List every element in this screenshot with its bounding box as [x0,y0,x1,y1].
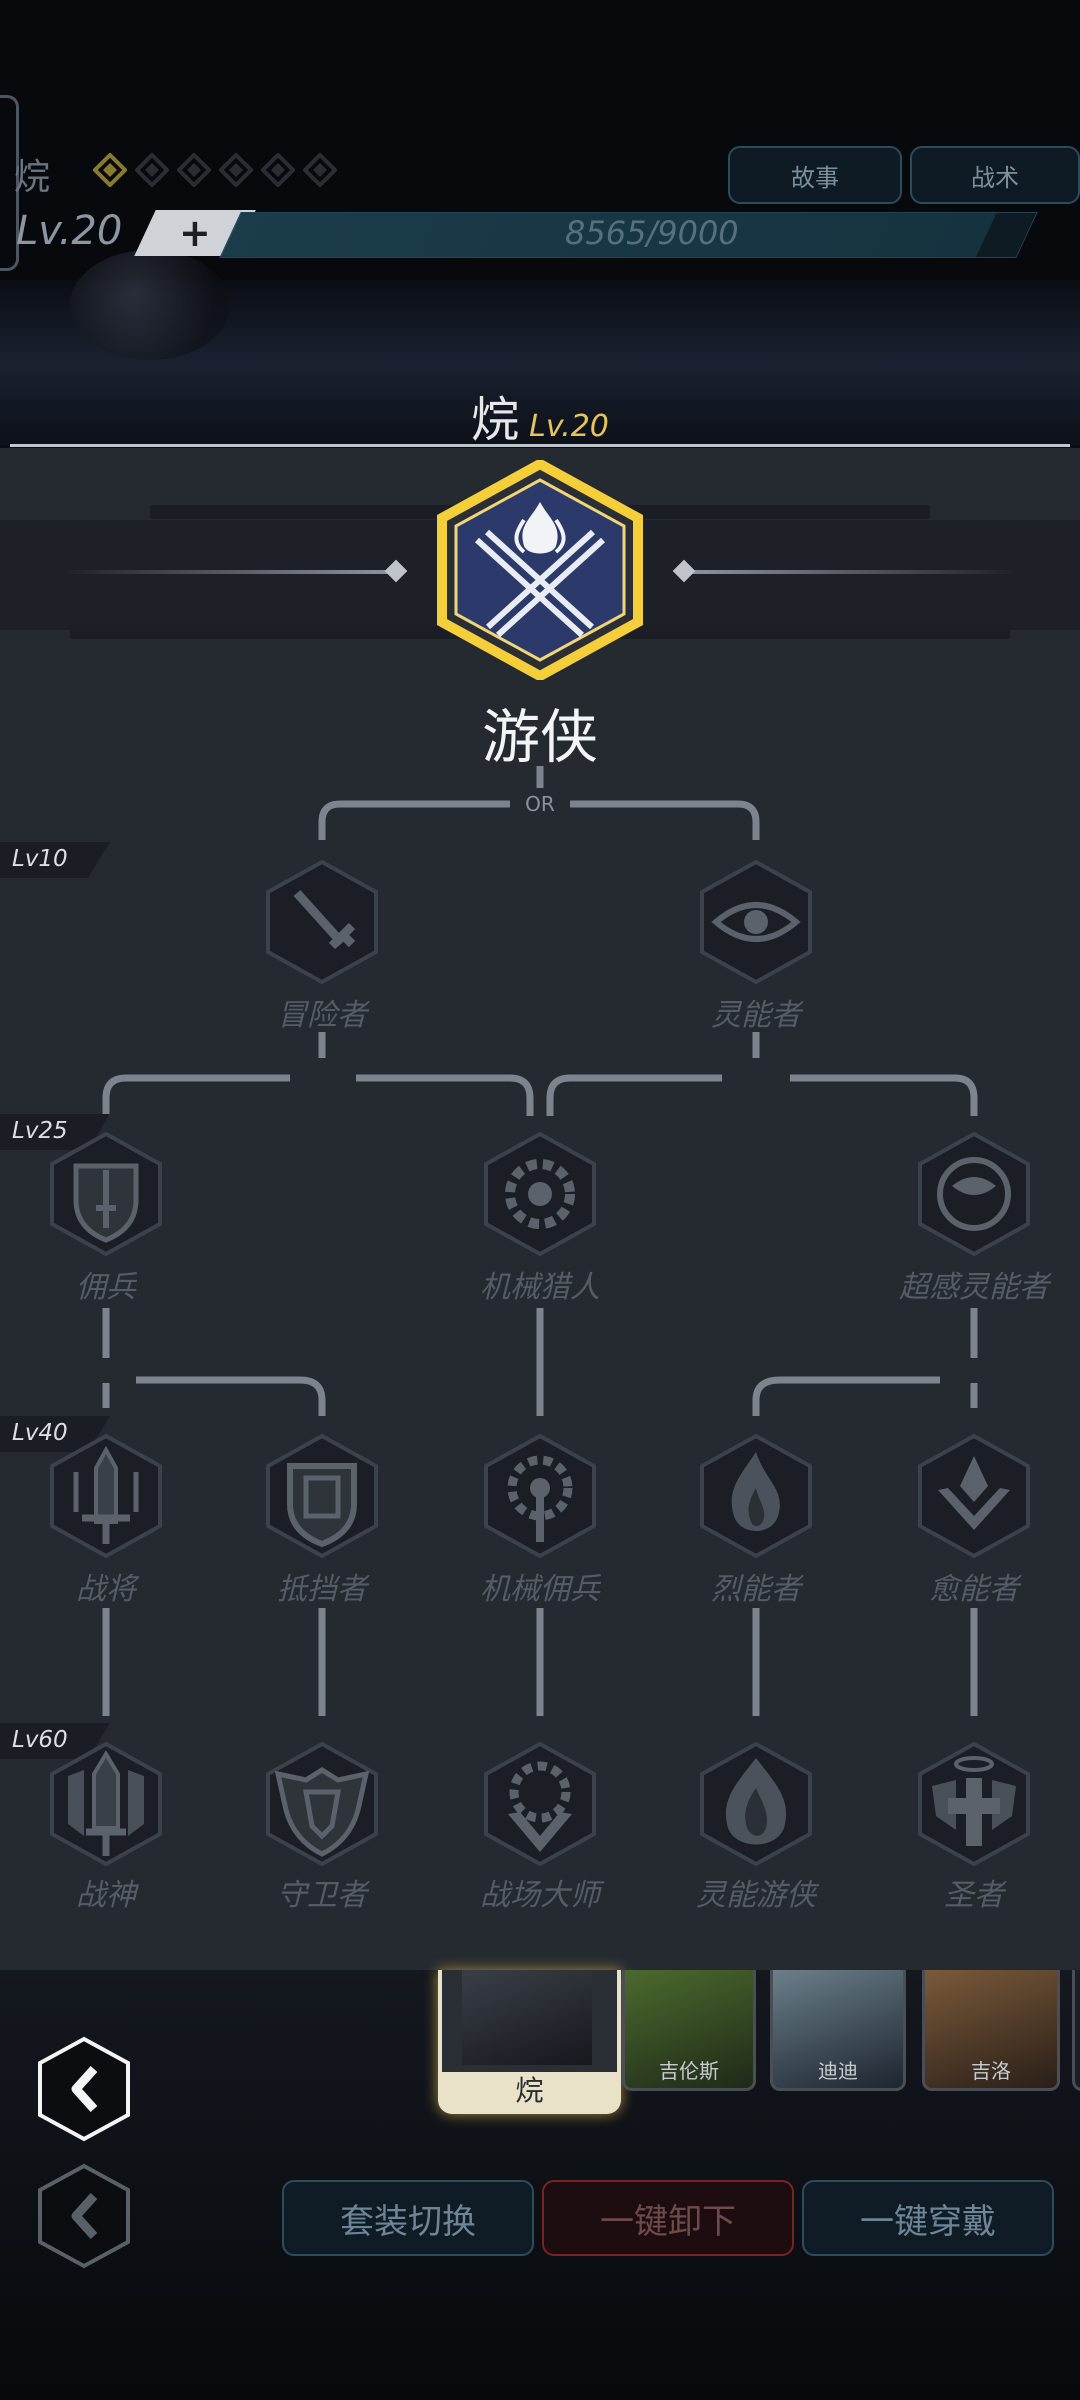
hero-card-label: 吉洛 [971,2059,1011,2083]
class-name-warlord: 战将 [76,1572,136,1607]
class-name-healer: 愈能者 [929,1572,1019,1607]
lotus-icon[interactable] [914,1432,1034,1560]
story-button[interactable]: 故事 [728,146,902,204]
class-name-saint: 圣者 [944,1878,1004,1913]
planet-decoration [70,250,230,360]
class-name-blocker: 抵挡者 [277,1572,367,1607]
class-header-level: Lv.20 [529,409,609,444]
class-name-war-god: 战神 [76,1878,136,1913]
star-empty-icon [134,152,170,188]
hero-card-label: 迪迪 [818,2059,858,2083]
hero-card[interactable]: 吉伦斯 [622,1970,756,2091]
exp-text: 8565/9000 [565,214,739,252]
hero-card-label: 烷 [442,2072,617,2110]
gear-icon[interactable] [480,1130,600,1258]
hero-portrait [462,1970,592,2065]
level-tag-label: Lv10 [12,846,68,872]
gear-crest-icon[interactable] [480,1740,600,1868]
shield-icon[interactable] [262,1432,382,1560]
shield-sword-icon[interactable] [46,1130,166,1258]
class-name-guardian: 守卫者 [277,1878,367,1913]
hero-card[interactable]: 迪迪 [770,1970,906,2091]
class-name-psi-ranger: 灵能游侠 [696,1878,816,1913]
flame-icon[interactable] [696,1432,816,1560]
prev-button[interactable] [36,2162,132,2270]
star-rating [92,152,338,188]
class-name-mercenary: 佣兵 [76,1270,136,1305]
class-header-name: 烷 [471,392,520,448]
back-button[interactable] [36,2035,132,2143]
star-empty-icon [176,152,212,188]
class-name-hyper-psionic: 超感灵能者 [899,1270,1049,1305]
hero-card-partial [1072,1970,1080,2091]
unequip-all-button[interactable]: 一键卸下 [542,2180,794,2256]
class-name-adventurer: 冒险者 [277,998,367,1033]
tactics-button[interactable]: 战术 [910,146,1080,204]
star-empty-icon [218,152,254,188]
greatsword-icon[interactable] [46,1432,166,1560]
eye-icon[interactable] [696,858,816,986]
set-switch-button[interactable]: 套装切换 [282,2180,534,2256]
hero-card-label: 吉伦斯 [659,2059,719,2083]
winged-sword-icon[interactable] [46,1740,166,1868]
star-empty-icon [260,152,296,188]
gear-blade-icon[interactable] [480,1432,600,1560]
class-name-pyro-psionic: 烈能者 [711,1572,801,1607]
guardian-shield-icon[interactable] [262,1740,382,1868]
or-label: OR [525,792,555,816]
class-name-psionic: 灵能者 [711,998,801,1033]
orb-eye-icon[interactable] [914,1130,1034,1258]
hero-level: Lv.20 [16,208,123,254]
star-filled-icon [92,152,128,188]
equip-all-button[interactable]: 一键穿戴 [802,2180,1054,2256]
hero-name: 烷 [14,157,51,198]
holy-cross-icon[interactable] [914,1740,1034,1868]
hero-card-selected[interactable]: 烷 [438,1970,621,2114]
sword-icon[interactable] [262,858,382,986]
psi-flame-icon[interactable] [696,1740,816,1868]
class-name-battlefield-master: 战场大师 [480,1878,600,1913]
class-header: 烷 Lv.20 [0,380,1080,450]
class-name-mech-mercenary: 机械佣兵 [480,1572,600,1607]
star-empty-icon [302,152,338,188]
plus-icon: + [179,211,211,255]
title-divider [10,444,1070,447]
hero-card[interactable]: 吉洛 [922,1970,1060,2091]
class-name-mech-hunter: 机械猎人 [480,1270,600,1305]
